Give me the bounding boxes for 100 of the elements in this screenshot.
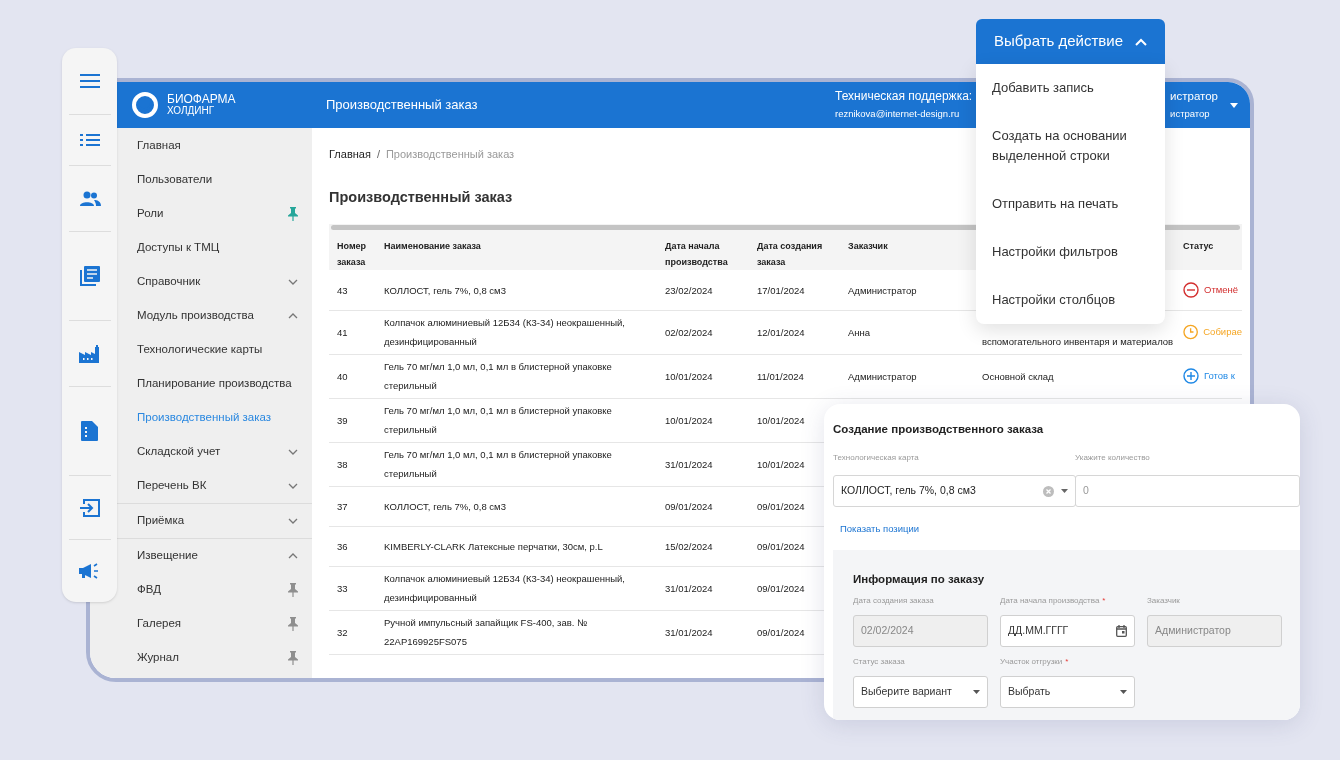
field-label: Участок отгрузки xyxy=(1000,655,1063,668)
column-header[interactable]: Статус xyxy=(1183,238,1242,255)
document-icon[interactable] xyxy=(81,421,98,441)
sidebar-item[interactable]: ФВД xyxy=(117,573,312,607)
user-role: истратор xyxy=(1170,107,1211,121)
form-title: Создание производственного заказа xyxy=(833,422,1045,437)
action-button[interactable]: Выбрать действие xyxy=(976,19,1165,64)
table-cell: Гель 70 мг/мл 1,0 мл, 0,1 мл в блистерной упаковке стерильный xyxy=(384,361,612,392)
header-title: Производственный заказ xyxy=(326,96,479,115)
table-cell: Гель 70 мг/мл 1,0 мл, 0,1 мл в блистерной упаковке стерильный xyxy=(384,449,612,480)
required-mark: * xyxy=(1102,594,1106,607)
select-field[interactable]: КОЛЛОСТ, гель 7%, 0,8 см3 xyxy=(833,475,1076,508)
table-cell: 23/02/2024 xyxy=(665,284,713,296)
table-cell: 38 xyxy=(337,458,348,470)
table-cell: КОЛЛОСТ, гель 7%, 0,8 см3 xyxy=(384,284,506,296)
table-cell: 10/01/2024 xyxy=(757,458,805,470)
table-cell: КОЛЛОСТ, гель 7%, 0,8 см3 xyxy=(384,500,506,512)
field-label: Дата создания заказа xyxy=(853,594,934,607)
show-positions-link[interactable]: Показать позиции xyxy=(840,522,920,537)
plus-circle-icon xyxy=(1183,368,1199,385)
megaphone-icon[interactable] xyxy=(78,563,101,579)
table-cell: 02/02/2024 xyxy=(665,326,713,338)
pin-icon[interactable] xyxy=(288,651,298,665)
chevron-up-icon[interactable] xyxy=(288,313,298,319)
table-cell: 31/01/2024 xyxy=(665,582,713,594)
menu-item[interactable]: Отправить на печать xyxy=(976,180,1165,228)
chevron-down-icon[interactable] xyxy=(288,483,298,489)
pin-icon[interactable] xyxy=(288,617,298,631)
sidebar-item[interactable]: Планирование производства xyxy=(117,367,312,401)
list-icon[interactable] xyxy=(79,134,100,146)
login-icon[interactable] xyxy=(79,498,100,517)
date-field[interactable]: ДД.ММ.ГГГГ xyxy=(1000,614,1135,647)
table-cell: Колпачок алюминиевый 12Б34 (К3-34) неокрашенный, дезинфицированный xyxy=(384,317,625,348)
pin-icon[interactable] xyxy=(288,583,298,597)
table-cell: KIMBERLY-CLARK Латексные перчатки, 30см, p.L xyxy=(384,540,603,552)
sidebar-item[interactable]: Журнал xyxy=(117,641,312,675)
select-field[interactable]: Выбрать xyxy=(1000,675,1135,708)
chevron-down-icon[interactable] xyxy=(288,449,298,455)
people-icon[interactable] xyxy=(78,191,101,206)
status-label: Отменё xyxy=(1204,282,1239,297)
caret-icon xyxy=(1061,489,1068,494)
sidebar-item[interactable]: Галерея xyxy=(117,607,312,641)
user-name[interactable]: истратор xyxy=(1170,88,1218,105)
breadcrumb-current: Производственный заказ xyxy=(385,147,515,162)
sidebar-item[interactable]: Доступы к ТМЦ xyxy=(117,231,312,265)
breadcrumb-link[interactable]: Главная xyxy=(329,146,371,163)
sidebar-item[interactable]: Приёмка xyxy=(117,504,312,538)
section-title: Информация по заказу xyxy=(853,571,986,587)
table-cell: 10/01/2024 xyxy=(757,414,805,426)
pin-icon[interactable] xyxy=(288,207,298,221)
menu-icon[interactable] xyxy=(79,74,100,88)
table-cell: 32 xyxy=(337,626,348,638)
sidebar-item[interactable]: Роли xyxy=(117,197,312,231)
table-cell: Ручной импульсный запайщик FS-400, зав. № 22AP169925FS075 xyxy=(384,617,588,648)
sidebar-item[interactable]: Справочник xyxy=(117,265,312,299)
menu-item[interactable]: Добавить запись xyxy=(976,64,1165,112)
column-header[interactable]: Заказчик xyxy=(848,238,974,255)
sidebar-item[interactable]: Пользователи xyxy=(117,163,312,197)
chevron-up-icon[interactable] xyxy=(288,553,298,559)
sidebar-item[interactable]: Перечень ВК xyxy=(117,469,312,503)
column-header[interactable]: Дата создания заказа xyxy=(757,238,840,271)
select-field[interactable]: Выберите вариант xyxy=(853,675,988,708)
menu-item[interactable]: Создать на основании выделенной строки xyxy=(976,112,1165,180)
table-cell: вспомогательного инвентаря и материалов xyxy=(982,335,1174,347)
calendar-icon[interactable] xyxy=(1116,624,1127,637)
column-header[interactable]: Наименование заказа xyxy=(384,238,657,255)
menu-item[interactable]: Настройки столбцов xyxy=(976,276,1165,324)
table-cell: 37 xyxy=(337,500,348,512)
chevron-down-icon[interactable] xyxy=(288,279,298,285)
table-cell: 36 xyxy=(337,540,348,552)
logo-icon xyxy=(131,91,159,119)
factory-icon[interactable] xyxy=(79,344,100,363)
caret-icon xyxy=(1135,37,1148,46)
caret-icon[interactable] xyxy=(1230,102,1238,108)
input-field: 02/02/2024 xyxy=(853,614,988,647)
field-label: Технологическая карта xyxy=(833,452,920,465)
column-header[interactable]: Номер заказа xyxy=(337,238,376,271)
table-cell: 40 xyxy=(337,370,348,382)
field-label: Статус заказа xyxy=(853,655,905,668)
field-label: Заказчик xyxy=(1147,594,1180,607)
table-cell: 09/01/2024 xyxy=(757,500,805,512)
table-cell: 33 xyxy=(337,582,348,594)
sidebar-item[interactable]: Главная xyxy=(117,129,312,163)
table-cell: Администратор xyxy=(848,370,917,382)
sidebar-item[interactable]: Технологические карты xyxy=(117,333,312,367)
column-header[interactable]: Дата начала производства xyxy=(665,238,749,271)
sidebar-item[interactable]: Извещение xyxy=(117,539,312,573)
logo-subtitle: ХОЛДИНГ xyxy=(167,105,216,116)
table-cell: 12/01/2024 xyxy=(757,326,805,338)
article-icon[interactable] xyxy=(79,266,100,286)
menu-item[interactable]: Настройки фильтров xyxy=(976,228,1165,276)
table-cell: Основной склад xyxy=(982,370,1054,382)
input-field: Администратор xyxy=(1147,614,1282,647)
table-cell: 31/01/2024 xyxy=(665,458,713,470)
sidebar-item[interactable]: Складской учет xyxy=(117,435,312,469)
chevron-down-icon[interactable] xyxy=(288,518,298,524)
sidebar-item[interactable]: Модуль производства xyxy=(117,299,312,333)
table-cell: 15/02/2024 xyxy=(665,540,713,552)
status-label: Собирае xyxy=(1203,325,1242,340)
table-cell: 39 xyxy=(337,414,348,426)
